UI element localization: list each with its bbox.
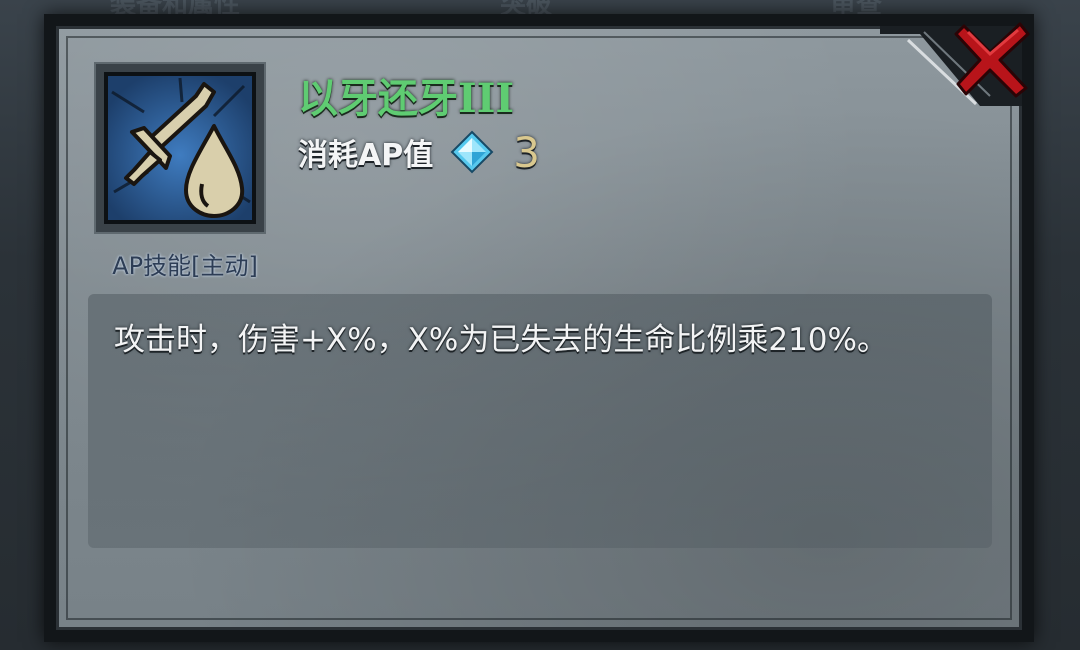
ap-crystal-icon	[450, 130, 494, 174]
close-x-icon	[954, 22, 1030, 98]
skill-name: 以牙还牙III	[298, 75, 515, 122]
sword-and-drop-icon	[108, 76, 252, 220]
ap-cost-value: 3	[513, 127, 540, 177]
skill-icon	[104, 72, 256, 224]
skill-description: 攻击时，伤害+X%，X%为已失去的生命比例乘210%。	[114, 322, 888, 358]
close-button[interactable]	[950, 16, 1034, 100]
skill-type-label: AP技能[主动]	[112, 252, 258, 280]
ap-cost-label: 消耗AP值	[298, 138, 434, 173]
ap-cost-row: 消耗AP值 3	[298, 124, 540, 180]
